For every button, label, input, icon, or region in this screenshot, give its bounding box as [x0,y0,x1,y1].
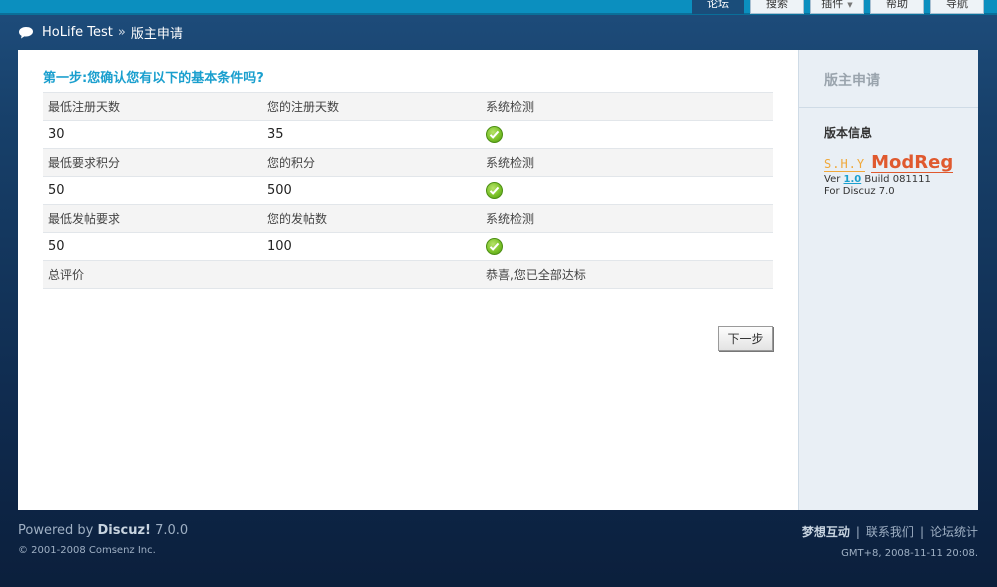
footer-right: 梦想互动 | 联系我们 | 论坛统计 GMT+8, 2008-11-11 20:08. [802,523,978,559]
table-cell: 500 [262,176,481,205]
breadcrumb-home-link[interactable]: HoLife Test [42,25,113,40]
tab-navigation[interactable]: 导航 [930,0,984,14]
speech-bubble-icon [18,26,34,39]
main-nav: 论坛 搜索 插件 ▼ 帮助 导航 [692,0,984,14]
powered-version: 7.0.0 [155,523,189,538]
table-cell [481,232,773,261]
table-row: 总评价 恭喜,您已全部达标 [43,260,773,289]
table-row: 30 35 [43,120,773,149]
table-cell: 最低发帖要求 [43,204,262,233]
chevron-down-icon: ▼ [847,1,853,9]
tab-label: 帮助 [886,0,908,10]
step-title: 第一步:您确认您有以下的基本条件吗? [43,71,264,86]
table-cell: 35 [262,120,481,149]
table-cell: 50 [43,232,262,261]
table-cell: 30 [43,120,262,149]
footer-link-contact[interactable]: 联系我们 [866,525,914,539]
content-wrap: 第一步:您确认您有以下的基本条件吗? 最低注册天数 您的注册天数 系统检测 30… [18,50,978,510]
powered-prefix: Powered by [18,523,94,538]
table-cell [262,260,481,289]
for-discuz-line: For Discuz 7.0 [824,186,895,197]
tab-label: 论坛 [707,0,729,10]
tab-search[interactable]: 搜索 [750,0,804,14]
footer-divider: | [855,525,860,539]
table-row: 最低要求积分 您的积分 系统检测 [43,148,773,177]
table-row: 最低注册天数 您的注册天数 系统检测 [43,92,773,121]
modreg-logo: S.H.Y ModReg [824,153,978,173]
sidebar: 版主申请 版本信息 S.H.Y ModReg Ver 1.0 Build 081… [798,50,978,510]
tab-help[interactable]: 帮助 [870,0,924,14]
footer-divider: | [919,525,924,539]
check-icon [486,126,503,143]
footer-time: GMT+8, 2008-11-11 20:08. [841,548,978,559]
table-cell: 最低要求积分 [43,148,262,177]
table-cell [481,120,773,149]
table-cell [481,176,773,205]
footer-left: Powered by Discuz! 7.0.0 © 2001-2008 Com… [18,523,188,556]
tab-forum[interactable]: 论坛 [692,0,744,14]
footer-link-dream[interactable]: 梦想互动 [802,525,850,539]
tab-label: 搜索 [766,0,788,10]
tab-label: 插件 [821,0,844,10]
table-row: 最低发帖要求 您的发帖数 系统检测 [43,204,773,233]
version-info: 版本信息 S.H.Y ModReg Ver 1.0 Build 081111 F… [799,108,978,198]
footer-link-stats[interactable]: 论坛统计 [930,525,978,539]
copyright: © 2001-2008 Comsenz Inc. [18,545,156,556]
tab-plugins[interactable]: 插件 ▼ [810,0,864,14]
summary-label: 总评价 [43,260,262,289]
sidebar-title: 版主申请 [799,50,978,108]
next-step-button[interactable]: 下一步 [718,326,773,351]
logo-modreg-text: ModReg [871,152,954,173]
footer-links: 梦想互动 | 联系我们 | 论坛统计 [802,523,978,540]
version-number-link[interactable]: 1.0 [844,174,862,185]
check-icon [486,238,503,255]
tab-label: 导航 [946,0,968,10]
table-cell: 最低注册天数 [43,92,262,121]
table-cell: 50 [43,176,262,205]
conditions-table: 最低注册天数 您的注册天数 系统检测 30 35 最低要求积分 您的积分 系统检… [43,92,773,289]
breadcrumb-current: 版主申请 [130,26,183,42]
main-panel: 第一步:您确认您有以下的基本条件吗? 最低注册天数 您的注册天数 系统检测 30… [18,50,798,510]
table-cell: 您的发帖数 [262,204,481,233]
table-cell: 您的积分 [262,148,481,177]
table-row: 50 100 [43,232,773,261]
table-cell: 系统检测 [481,92,773,121]
version-prefix: Ver [824,174,841,185]
version-line: Ver 1.0 Build 081111 [824,174,978,186]
powered-by: Powered by Discuz! 7.0.0 [18,523,188,538]
table-cell: 系统检测 [481,204,773,233]
check-icon [486,182,503,199]
summary-value: 恭喜,您已全部达标 [481,260,773,289]
table-cell: 系统检测 [481,148,773,177]
table-cell: 您的注册天数 [262,92,481,121]
discuz-link[interactable]: Discuz! [98,523,151,538]
version-build: Build 081111 [864,174,931,185]
breadcrumb: HoLife Test » 版主申请 [18,23,183,42]
table-cell: 100 [262,232,481,261]
version-info-header: 版本信息 [824,126,873,140]
logo-shy-text: S.H.Y [824,157,866,172]
table-row: 50 500 [43,176,773,205]
breadcrumb-separator: » [117,24,126,40]
